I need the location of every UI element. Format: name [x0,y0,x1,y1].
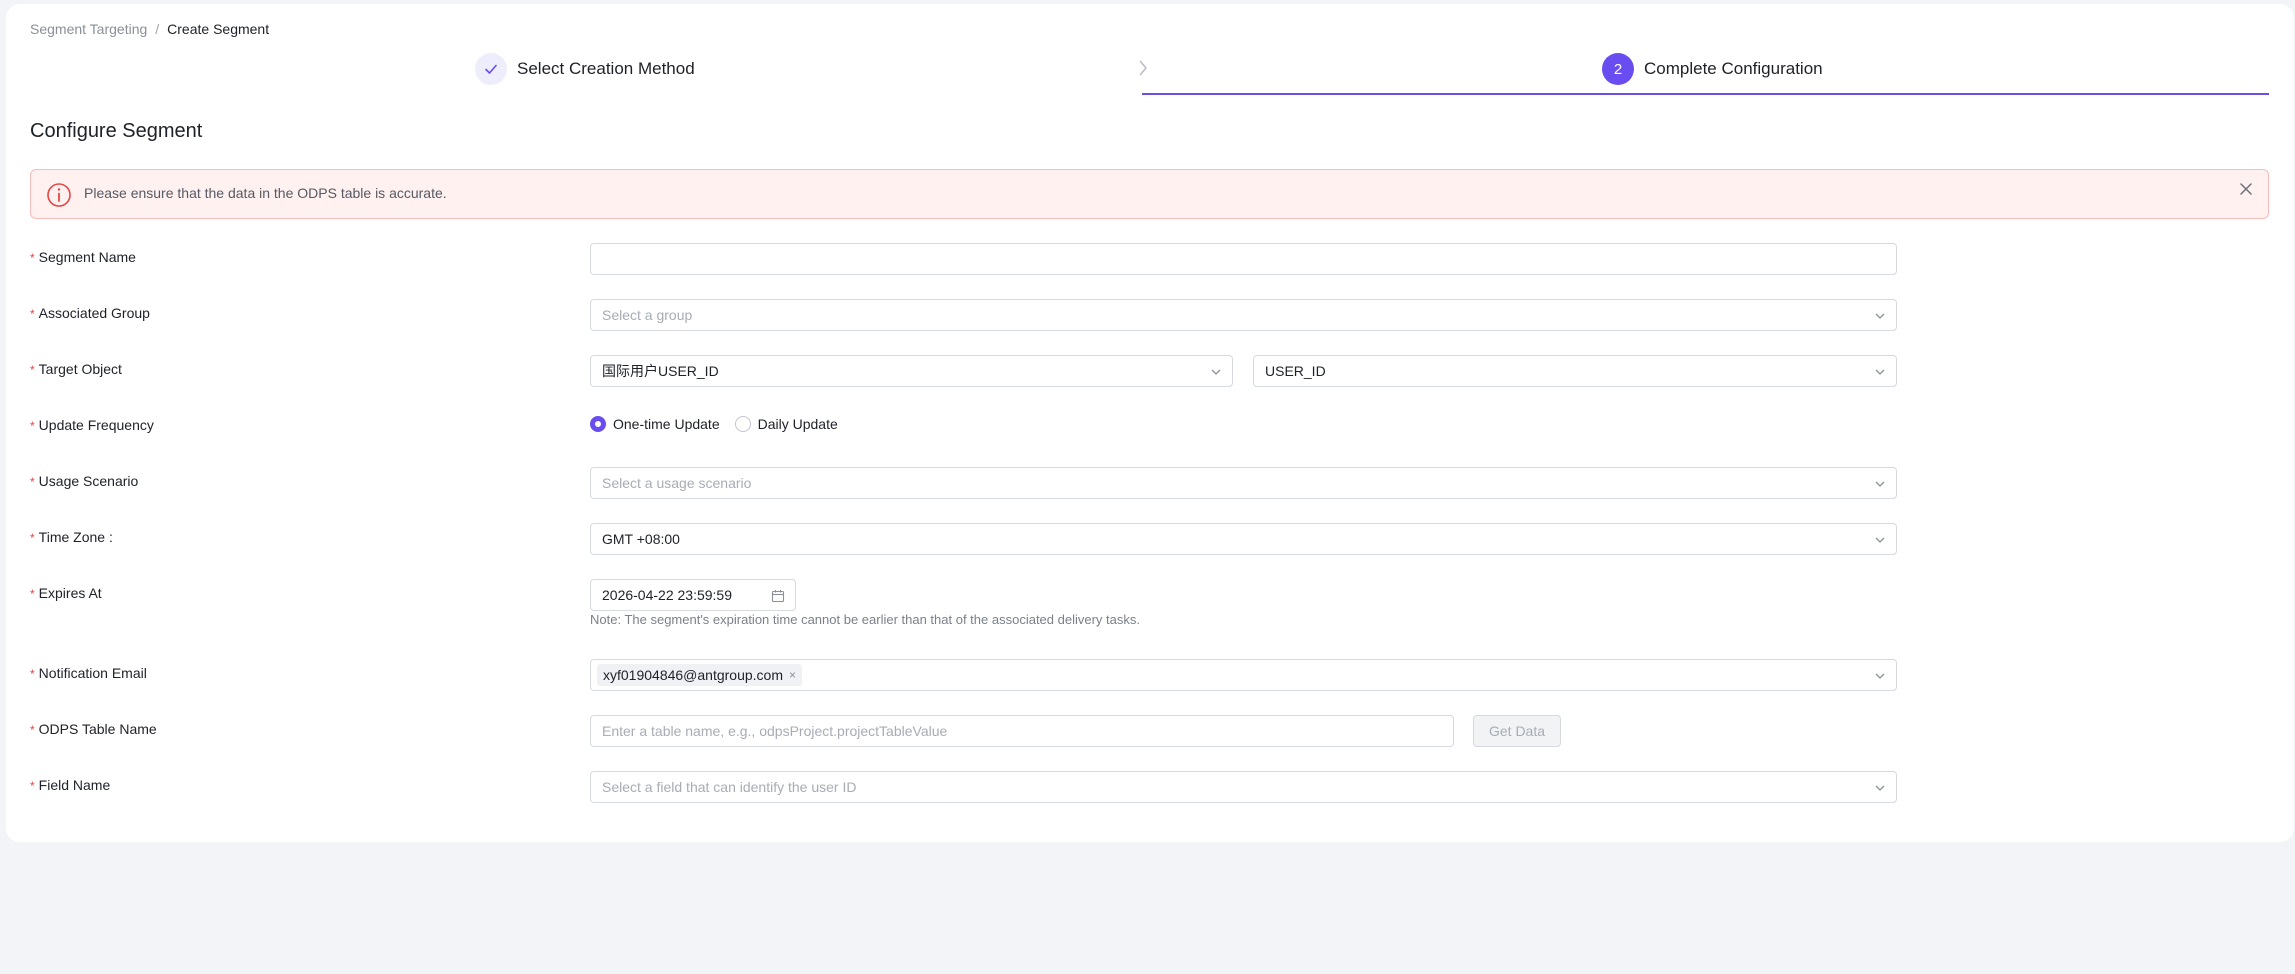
notification-email-label: * Notification Email [30,665,147,681]
info-circle-icon [47,183,71,207]
page-title: Configure Segment [30,120,203,142]
associated-group-select[interactable]: Select a group [590,299,1897,331]
select-placeholder: Select a usage scenario [602,475,752,491]
usage-scenario-select[interactable]: Select a usage scenario [590,467,1897,499]
field-name-label: * Field Name [30,777,111,793]
chevron-down-icon [1875,313,1885,319]
chevron-down-icon [1875,673,1885,679]
step-label: Select Creation Method [517,59,695,78]
odps-table-name-label: * ODPS Table Name [30,721,157,737]
chevron-down-icon [1875,369,1885,375]
expires-at-label: * Expires At [30,585,102,601]
chevron-down-icon [1875,537,1885,543]
notification-email-select[interactable]: xyf01904846@antgroup.com × [590,659,1897,691]
odps-table-name-input[interactable]: Enter a table name, e.g., odpsProject.pr… [590,715,1454,747]
required-mark: * [30,723,35,737]
segment-name-label: * Segment Name [30,249,136,265]
radio-unchecked-icon [734,416,751,432]
breadcrumb-current: Create Segment [167,21,270,37]
associated-group-label: * Associated Group [30,305,150,321]
update-frequency-radio-group: One-time Update Daily Update [590,416,853,432]
expires-at-note: Note: The segment's expiration time cann… [590,612,1140,627]
field-name-select[interactable]: Select a field that can identify the use… [590,771,1897,803]
breadcrumb-parent-link[interactable]: Segment Targeting [30,21,147,37]
select-placeholder: Select a field that can identify the use… [602,779,857,795]
checkmark-icon [475,53,507,85]
chevron-down-icon [1875,481,1885,487]
required-mark: * [30,419,35,433]
active-step-underline [1142,93,2269,95]
time-zone-select[interactable]: GMT +08:00 [590,523,1897,555]
input-placeholder: Enter a table name, e.g., odpsProject.pr… [602,723,948,739]
warning-alert: Please ensure that the data in the ODPS … [30,169,2269,219]
breadcrumb: Segment Targeting / Create Segment [30,21,269,37]
required-mark: * [30,475,35,489]
required-mark: * [30,363,35,377]
chevron-down-icon [1875,785,1885,791]
calendar-icon [771,590,785,603]
close-icon[interactable] [2239,182,2253,196]
date-value: 2026-04-22 23:59:59 [602,587,732,603]
step-chevron-right-icon [1139,60,1147,76]
get-data-button[interactable]: Get Data [1473,715,1561,747]
tag-remove-icon[interactable]: × [789,668,796,682]
usage-scenario-label: * Usage Scenario [30,473,139,489]
required-mark: * [30,251,35,265]
breadcrumb-separator: / [155,21,160,37]
required-mark: * [30,307,35,321]
select-value: USER_ID [1265,363,1326,379]
select-placeholder: Select a group [602,307,693,323]
required-mark: * [30,779,35,793]
target-object-label: * Target Object [30,361,122,377]
segment-name-input[interactable] [590,243,1897,275]
radio-one-time-update[interactable]: One-time Update [590,416,720,432]
update-frequency-label: * Update Frequency [30,417,154,433]
step-select-creation-method[interactable]: Select Creation Method [475,53,695,85]
radio-checked-icon [590,416,606,432]
required-mark: * [30,531,35,545]
required-mark: * [30,587,35,601]
step-label: Complete Configuration [1644,59,1823,78]
radio-daily-update[interactable]: Daily Update [734,416,838,432]
target-object-select-right[interactable]: USER_ID [1253,355,1897,387]
step-complete-configuration[interactable]: 2 Complete Configuration [1602,53,1823,85]
time-zone-label: * Time Zone : [30,529,113,545]
select-value: GMT +08:00 [602,531,680,547]
required-mark: * [30,667,35,681]
expires-at-date-picker[interactable]: 2026-04-22 23:59:59 [590,579,796,611]
step-number-badge: 2 [1602,53,1634,85]
select-value: 国际用户USER_ID [602,363,719,379]
email-tag: xyf01904846@antgroup.com × [597,664,803,686]
target-object-select-left[interactable]: 国际用户USER_ID [590,355,1233,387]
chevron-down-icon [1211,369,1221,375]
alert-message: Please ensure that the data in the ODPS … [84,185,447,201]
